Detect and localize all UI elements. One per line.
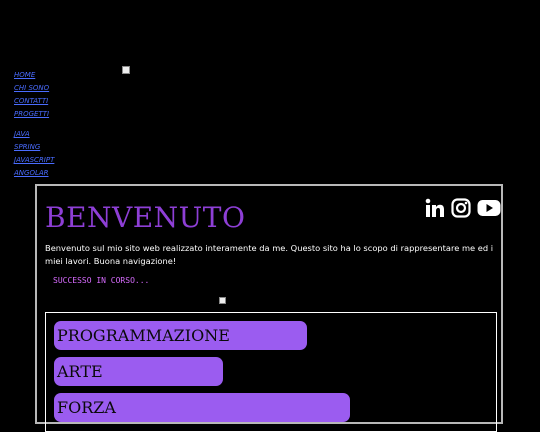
status-text: SUCCESSO IN CORSO...	[53, 276, 150, 285]
nav-link-javascript[interactable]: JAVASCRIPT	[14, 156, 54, 164]
category-forza[interactable]: FORZA	[54, 393, 350, 422]
welcome-panel: BENVENUTO Benvenuto sul mio sito web rea…	[35, 184, 503, 432]
linkedin-icon[interactable]	[425, 198, 445, 218]
broken-image-icon	[122, 66, 130, 74]
nav-link-java[interactable]: JAVA	[14, 130, 30, 138]
nav-link-chi-sono[interactable]: CHI SONO	[14, 84, 49, 92]
youtube-icon[interactable]	[477, 198, 501, 218]
nav-link-progetti[interactable]: PROGETTI	[14, 110, 49, 118]
nav-primary-list: HOME CHI SONO CONTATTI PROGETTI	[14, 67, 54, 119]
main-nav: HOME CHI SONO CONTATTI PROGETTI JAVA SPR…	[14, 67, 54, 178]
category-programmazione[interactable]: PROGRAMMAZIONE	[54, 321, 307, 350]
page-title: BENVENUTO	[45, 201, 246, 234]
nav-link-spring[interactable]: SPRING	[14, 143, 40, 151]
social-links	[425, 198, 501, 218]
nav-link-contatti[interactable]: CONTATTI	[14, 97, 48, 105]
category-arte[interactable]: ARTE	[54, 357, 223, 386]
broken-image-icon	[219, 297, 226, 304]
nav-link-angolar[interactable]: ANGOLAR	[14, 169, 49, 177]
nav-link-home[interactable]: HOME	[14, 71, 35, 79]
intro-text: Benvenuto sul mio sito web realizzato in…	[45, 243, 494, 266]
categories-box: PROGRAMMAZIONE ARTE FORZA	[45, 312, 497, 432]
instagram-icon[interactable]	[451, 198, 471, 218]
nav-secondary-list: JAVA SPRING JAVASCRIPT ANGOLAR	[14, 126, 54, 178]
